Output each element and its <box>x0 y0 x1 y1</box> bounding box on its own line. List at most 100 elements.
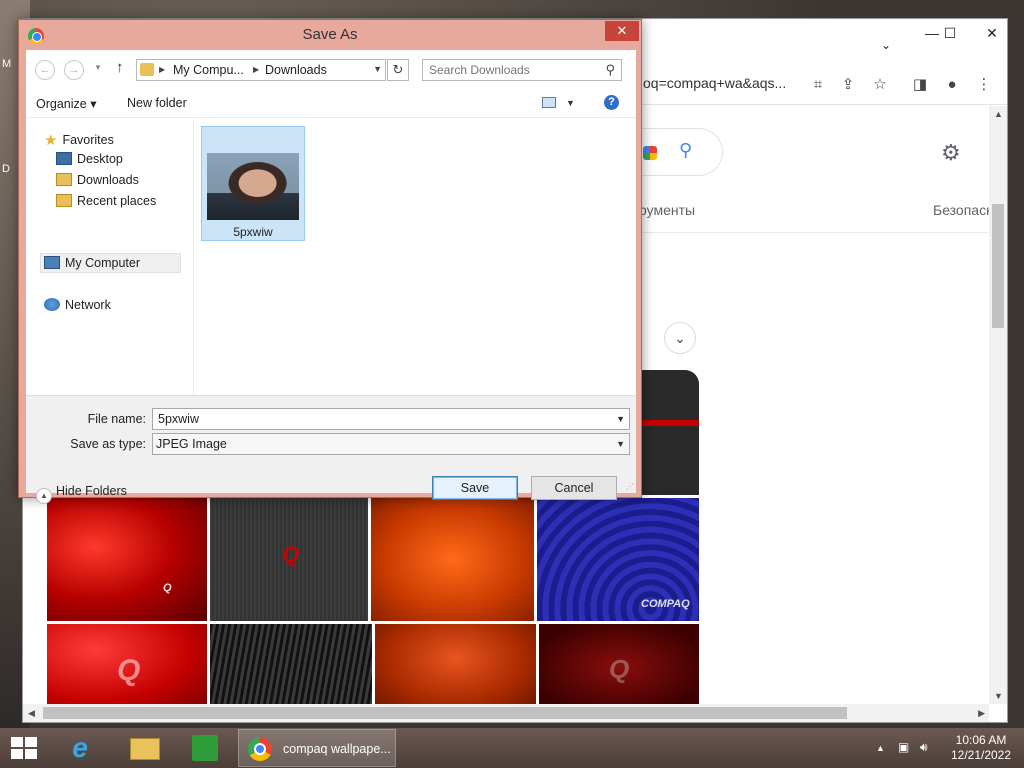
image-result[interactable] <box>371 498 534 621</box>
search-icon: ⚲ <box>605 62 615 77</box>
nav-favorites[interactable]: ★ Favorites <box>44 131 114 149</box>
refresh-icon[interactable]: ↻ <box>387 59 409 81</box>
store-bag-icon <box>192 735 218 761</box>
file-explorer-icon[interactable] <box>124 732 164 764</box>
tab-search-button[interactable]: ⌄ <box>871 35 901 55</box>
crumb-separator-icon[interactable]: ▶ <box>253 65 259 74</box>
file-item[interactable]: 5pxwiw <box>201 126 305 241</box>
address-bar[interactable]: oq=compaq+wa&aqs... <box>643 75 786 91</box>
chrome-icon <box>248 737 272 761</box>
desktop-icon <box>56 152 72 165</box>
forward-icon[interactable]: → <box>64 60 84 80</box>
scroll-down-icon[interactable]: ▼ <box>994 691 1003 701</box>
save-button[interactable]: Save <box>432 476 518 500</box>
image-result[interactable] <box>210 624 372 704</box>
hide-folders-button[interactable]: ▲ Hide Folders <box>36 484 127 504</box>
nav-my-computer[interactable]: My Computer <box>44 256 140 270</box>
vertical-scroll-thumb[interactable] <box>992 204 1004 328</box>
image-result[interactable]: Q <box>47 624 207 704</box>
network-icon <box>44 298 60 311</box>
help-icon[interactable]: ? <box>604 95 619 110</box>
computer-icon <box>44 256 60 269</box>
side-panel-icon[interactable]: ◨ <box>909 74 931 96</box>
search-icon[interactable]: ⚲ <box>679 140 692 161</box>
save-as-type-select[interactable]: JPEG Image ▼ <box>152 433 630 455</box>
image-thumbnail <box>207 153 299 220</box>
scroll-right-icon[interactable]: ▶ <box>978 708 985 719</box>
volume-icon[interactable]: 🔊︎ <box>920 740 928 755</box>
horizontal-scrollbar[interactable]: ◀ ▶ <box>23 704 989 722</box>
clock-date: 12/21/2022 <box>950 748 1012 762</box>
cancel-button[interactable]: Cancel <box>531 476 617 500</box>
windows-logo-icon <box>25 749 37 759</box>
image-result[interactable]: COMPAQ <box>537 498 699 621</box>
file-name-input[interactable] <box>153 409 593 429</box>
taskbar: e compaq wallpape... ▲ ▣ 🔊︎ 10:06 AM 12/… <box>0 728 1024 768</box>
nav-network[interactable]: Network <box>44 298 111 312</box>
nav-downloads[interactable]: Downloads <box>56 173 139 187</box>
image-result[interactable]: Q <box>539 624 699 704</box>
nav-desktop-label: Desktop <box>77 152 123 166</box>
downloads-folder-icon <box>56 173 72 186</box>
image-logo: Q <box>282 542 300 567</box>
vertical-scrollbar[interactable]: ▲ ▼ <box>989 106 1007 704</box>
new-folder-button[interactable]: New folder <box>127 96 187 110</box>
up-folder-icon[interactable]: ↑ <box>116 59 124 76</box>
dialog-close-button[interactable]: ✕ <box>605 21 639 41</box>
search-downloads-field[interactable]: ⚲ <box>422 59 622 81</box>
file-name-field[interactable]: ▼ <box>152 408 630 430</box>
chevron-down-icon[interactable]: ▼ <box>566 98 575 108</box>
lens-icon[interactable] <box>643 146 657 160</box>
nav-recent-places[interactable]: Recent places <box>56 194 156 208</box>
star-icon: ★ <box>44 132 58 149</box>
gear-icon[interactable]: ⚙ <box>941 140 961 166</box>
profile-icon[interactable]: ● <box>941 74 963 96</box>
back-icon[interactable]: ← <box>35 60 55 80</box>
chevron-down-icon[interactable]: ▼ <box>616 439 625 449</box>
nav-my-computer-label: My Computer <box>65 256 141 270</box>
clock[interactable]: 10:06 AM 12/21/2022 <box>938 733 1024 763</box>
organize-label: Organize <box>36 97 87 111</box>
image-result[interactable]: Q <box>210 498 368 621</box>
image-result[interactable]: Q <box>47 498 207 621</box>
maximize-button[interactable]: ☐ <box>935 23 965 43</box>
tools-link[interactable]: рументы <box>639 202 695 218</box>
clock-time: 10:06 AM <box>955 733 1007 747</box>
dialog-body: ← → ▼ ↑ ▶ My Compu... ▶ Downloads ▼ ↻ ⚲ … <box>26 50 636 504</box>
show-hidden-icons[interactable]: ▲ <box>876 743 885 753</box>
command-bar: Organize ▾ New folder ▼ ? <box>26 88 636 118</box>
address-row: ← → ▼ ↑ ▶ My Compu... ▶ Downloads ▼ ↻ ⚲ <box>26 50 636 88</box>
folder-icon <box>130 738 160 760</box>
more-menu-icon[interactable]: ⋮ <box>973 74 995 96</box>
taskbar-chrome-button[interactable]: compaq wallpape... <box>238 729 396 767</box>
translate-icon[interactable]: ⌗ <box>807 74 829 96</box>
save-as-type-label: Save as type: <box>70 437 146 451</box>
close-button[interactable]: ✕ <box>977 23 1007 43</box>
chevron-down-icon[interactable]: ⌄ <box>664 322 696 354</box>
scroll-left-icon[interactable]: ◀ <box>28 708 35 719</box>
safe-search-link[interactable]: Безопасн <box>933 202 989 218</box>
share-icon[interactable]: ⇪ <box>837 74 859 96</box>
horizontal-scroll-thumb[interactable] <box>43 707 847 719</box>
search-downloads-input[interactable] <box>423 60 593 80</box>
start-button[interactable] <box>11 737 37 759</box>
internet-explorer-icon[interactable]: e <box>60 732 100 764</box>
crumb-separator-icon[interactable]: ▶ <box>159 65 165 74</box>
scroll-up-icon[interactable]: ▲ <box>994 109 1003 119</box>
view-options-icon[interactable] <box>542 97 556 108</box>
store-icon[interactable] <box>186 732 226 764</box>
nav-desktop[interactable]: Desktop <box>56 152 123 166</box>
breadcrumb-my-computer[interactable]: My Compu... <box>173 63 244 77</box>
breadcrumb-downloads[interactable]: Downloads <box>265 63 327 77</box>
nav-recent-label: Recent places <box>77 194 157 208</box>
organize-button[interactable]: Organize ▾ <box>36 96 96 111</box>
chevron-down-icon[interactable]: ▼ <box>373 64 382 74</box>
recent-locations-icon[interactable]: ▼ <box>94 63 102 72</box>
folder-address-bar[interactable]: ▶ My Compu... ▶ Downloads ▼ <box>136 59 386 81</box>
image-result[interactable] <box>375 624 536 704</box>
resize-grip-icon[interactable]: ⋰ <box>626 482 634 491</box>
network-tray-icon[interactable]: ▣ <box>898 740 909 754</box>
bookmark-star-icon[interactable]: ☆ <box>869 74 891 96</box>
chevron-down-icon[interactable]: ▼ <box>616 414 625 424</box>
image-logo: COMPAQ <box>641 598 690 610</box>
